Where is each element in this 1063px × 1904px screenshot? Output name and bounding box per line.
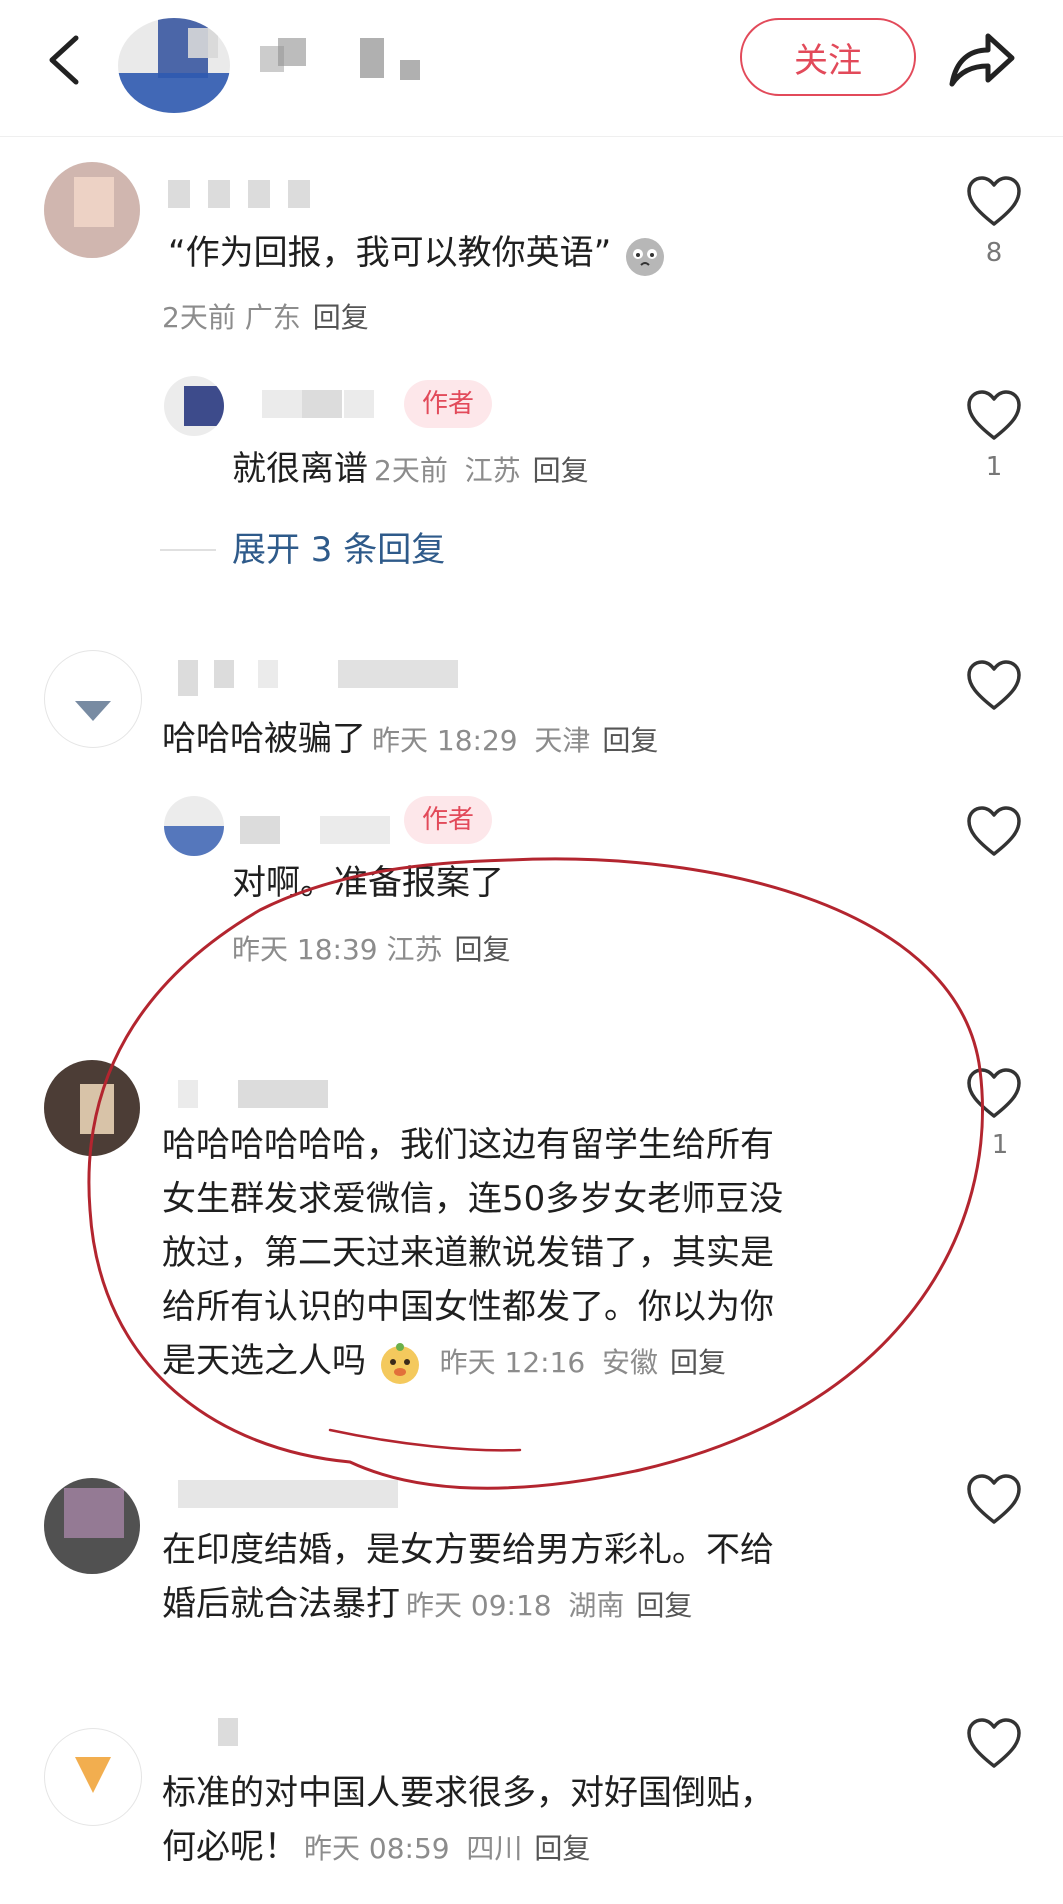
commenter-name-blurred bbox=[218, 1718, 258, 1752]
heart-like-icon[interactable] bbox=[966, 176, 1022, 228]
reply-button[interactable]: 回复 bbox=[533, 454, 589, 487]
top-bar: 关注 bbox=[0, 0, 1063, 137]
avatar-logo-icon bbox=[75, 701, 111, 721]
follow-button[interactable]: 关注 bbox=[740, 18, 916, 96]
commenter-avatar[interactable] bbox=[44, 1728, 142, 1826]
comment-text: 哈哈哈哈哈哈，我们这边有留学生给所有 女生群发求爱微信，连50多岁女老师豆没 放… bbox=[162, 1118, 902, 1390]
avatar-logo-icon bbox=[75, 1757, 111, 1793]
like-count: 1 bbox=[985, 452, 1003, 482]
comment-text: 哈哈哈被骗了 昨天 18:29 天津 回复 bbox=[162, 719, 659, 759]
commenter-name-blurred bbox=[178, 1480, 438, 1514]
reply-text: 就很离谱 2天前 江苏 回复 bbox=[232, 449, 589, 489]
reply-text: 对啊。准备报案了 bbox=[232, 863, 504, 903]
heart-like-icon[interactable] bbox=[966, 1068, 1022, 1120]
heart-like-icon[interactable] bbox=[966, 1474, 1022, 1526]
comment-text: “作为回报，我可以教你英语” bbox=[168, 226, 668, 280]
like-count: 1 bbox=[991, 1130, 1009, 1160]
commenter-name-blurred bbox=[178, 1080, 358, 1114]
emoji-icon bbox=[626, 237, 665, 276]
heart-like-icon[interactable] bbox=[966, 806, 1022, 858]
author-avatar[interactable] bbox=[118, 18, 230, 113]
like-count: 8 bbox=[985, 238, 1003, 268]
heart-like-icon[interactable] bbox=[966, 390, 1022, 442]
commenter-avatar[interactable] bbox=[44, 650, 142, 748]
commenter-name-blurred bbox=[178, 660, 468, 696]
reply-button[interactable]: 回复 bbox=[636, 1589, 692, 1622]
reply-button[interactable]: 回复 bbox=[534, 1832, 590, 1865]
reply-button[interactable]: 回复 bbox=[313, 301, 369, 334]
commenter-avatar[interactable] bbox=[44, 1060, 140, 1156]
emoji-icon bbox=[380, 1342, 419, 1384]
expand-replies-button[interactable]: 展开 3 条回复 bbox=[232, 522, 445, 571]
reply-button[interactable]: 回复 bbox=[670, 1346, 726, 1379]
reply-author-avatar[interactable] bbox=[164, 796, 224, 856]
reply-author-name-blurred bbox=[262, 390, 392, 424]
author-name-blurred bbox=[260, 38, 430, 84]
expand-divider bbox=[160, 549, 216, 551]
reply-meta: 昨天 18:39 江苏 回复 bbox=[232, 933, 511, 966]
author-badge: 作者 bbox=[404, 796, 493, 844]
reply-button[interactable]: 回复 bbox=[455, 933, 511, 966]
heart-like-icon[interactable] bbox=[966, 660, 1022, 712]
reply-author-name-blurred bbox=[240, 816, 400, 850]
author-badge: 作者 bbox=[404, 380, 493, 428]
commenter-avatar[interactable] bbox=[44, 1478, 140, 1574]
reply-button[interactable]: 回复 bbox=[602, 724, 658, 757]
back-arrow-icon[interactable] bbox=[36, 30, 96, 90]
comment-text: 在印度结婚，是女方要给男方彩礼。不给 婚后就合法暴打 昨天 09:18 湖南 回复 bbox=[162, 1530, 774, 1624]
share-icon[interactable] bbox=[946, 26, 1018, 92]
comment-meta: 2天前 广东 回复 bbox=[162, 301, 369, 334]
commenter-name-blurred bbox=[168, 180, 328, 214]
comment-text: 标准的对中国人要求很多，对好国倒贴， 何必呢！ 昨天 08:59 四川 回复 bbox=[162, 1773, 774, 1867]
reply-author-avatar[interactable] bbox=[164, 376, 224, 436]
heart-like-icon[interactable] bbox=[966, 1718, 1022, 1770]
commenter-avatar[interactable] bbox=[44, 162, 140, 258]
